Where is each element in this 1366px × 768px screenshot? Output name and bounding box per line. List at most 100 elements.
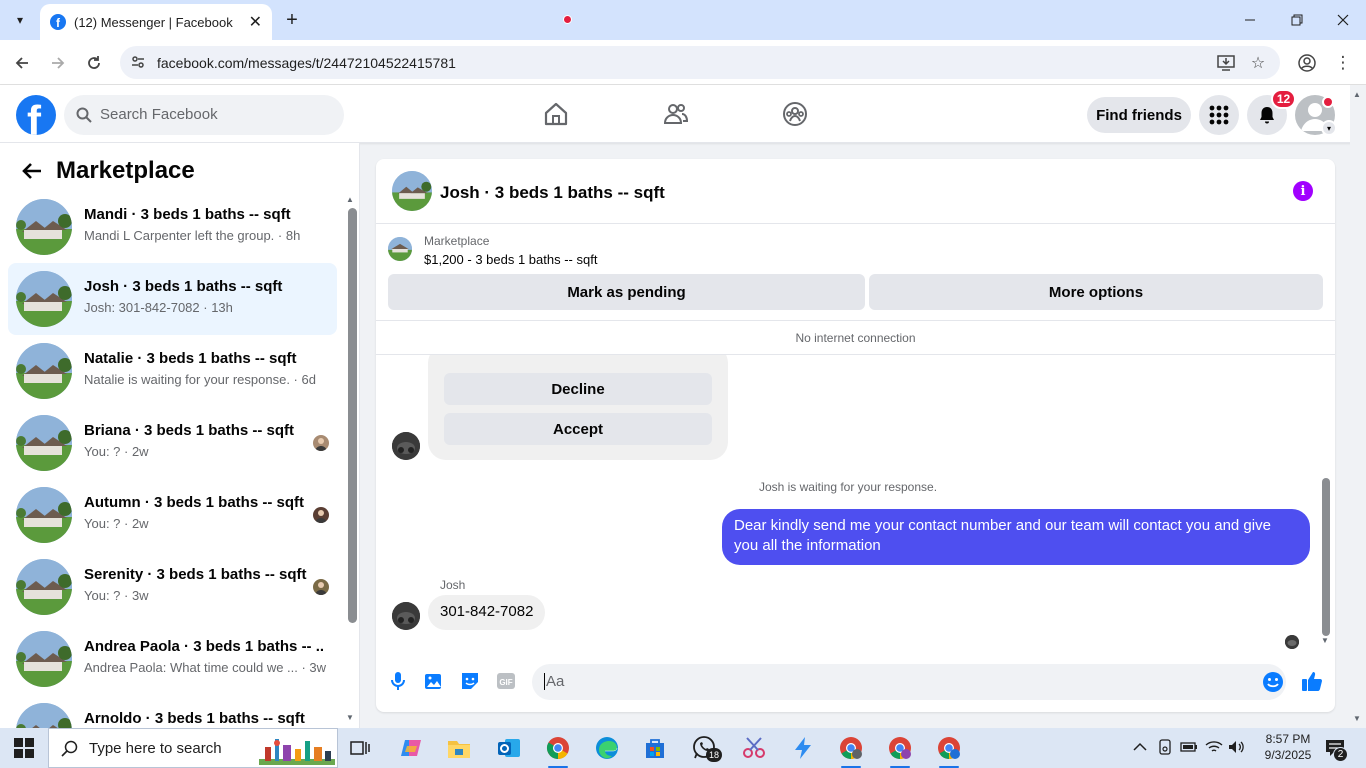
url-text[interactable]: facebook.com/messages/t/2447210452241578… (157, 55, 456, 71)
task-view-icon[interactable] (346, 734, 374, 762)
sender-avatar[interactable] (392, 602, 420, 630)
listing-thumbnail (16, 199, 72, 255)
back-arrow-icon[interactable] (9, 50, 35, 76)
more-options-button[interactable]: More options (869, 274, 1323, 310)
facebook-search-input[interactable]: Search Facebook (64, 95, 344, 135)
bookmark-star-icon[interactable]: ☆ (1248, 53, 1268, 73)
taskbar-search-box[interactable]: Type here to search (48, 728, 338, 768)
chat-scroll-down-icon[interactable]: ▼ (1321, 636, 1329, 645)
scrollbar-thumb[interactable] (348, 208, 357, 623)
search-highlight-skyline-icon (259, 739, 335, 765)
power-automate-icon[interactable] (789, 734, 817, 762)
back-arrow-icon[interactable] (20, 159, 44, 183)
connection-status: No internet connection (376, 321, 1335, 355)
conversation-item[interactable]: Arnoldo · 3 beds 1 baths -- sqft (8, 695, 337, 728)
photo-icon[interactable] (422, 669, 446, 693)
listing-thumbnail[interactable] (392, 171, 432, 211)
conversation-name: Serenity · 3 beds 1 baths -- sqft (84, 566, 307, 583)
conversation-item[interactable]: Briana · 3 beds 1 baths -- sqft You: ? · … (8, 407, 337, 479)
scroll-down-icon[interactable]: ▼ (346, 713, 354, 722)
info-icon[interactable]: i (1293, 181, 1313, 201)
battery-icon[interactable] (1180, 738, 1198, 756)
show-hidden-icons-chevron-up-icon[interactable] (1131, 738, 1149, 756)
conversation-item[interactable]: Autumn · 3 beds 1 baths -- sqft You: ? · … (8, 479, 337, 551)
listing-small-thumbnail[interactable] (388, 237, 412, 261)
reload-icon[interactable] (81, 50, 107, 76)
chat-scrollbar-thumb[interactable] (1322, 478, 1330, 636)
taskbar-clock[interactable]: 8:57 PM 9/3/2025 (1256, 731, 1320, 763)
conversation-name: Autumn · 3 beds 1 baths -- sqft (84, 494, 305, 511)
accept-button[interactable]: Accept (444, 413, 712, 445)
facebook-header: f Search Facebook Find friends (0, 85, 1366, 143)
listing-price[interactable]: $1,200 - 3 beds 1 baths -- sqft (424, 252, 597, 267)
windows-start-icon[interactable] (14, 738, 34, 758)
device-icon[interactable] (1156, 738, 1174, 756)
incoming-message-bubble[interactable]: 301-842-7082 (428, 595, 546, 630)
account-chevron-down-icon[interactable]: ▾ (1321, 120, 1337, 136)
close-window-icon[interactable] (1331, 8, 1355, 32)
home-icon[interactable] (540, 97, 572, 131)
install-app-icon[interactable] (1216, 53, 1236, 73)
conversation-preview: Andrea Paola: What time could we ... · 3… (84, 660, 327, 675)
conversation-item[interactable]: Serenity · 3 beds 1 baths -- sqft You: ? … (8, 551, 337, 623)
chrome-taskbar-icon[interactable] (544, 734, 572, 768)
chrome-profile-icon[interactable] (886, 734, 914, 768)
tab-search-menu-icon[interactable]: ▾ (6, 6, 34, 34)
edge-icon[interactable] (593, 734, 621, 762)
conversation-item[interactable]: Josh · 3 beds 1 baths -- sqft Josh: 301-8… (8, 263, 337, 335)
decline-button[interactable]: Decline (444, 373, 712, 405)
chat-title[interactable]: Josh · 3 beds 1 baths -- sqft (440, 183, 665, 203)
whatsapp-icon[interactable]: 18 (690, 734, 722, 762)
restore-icon[interactable] (1285, 8, 1309, 32)
outlook-icon[interactable] (495, 734, 523, 762)
minimize-icon[interactable] (1238, 8, 1262, 32)
facebook-logo[interactable]: f (16, 95, 56, 135)
page-scrollbar[interactable] (1350, 85, 1366, 728)
profile-icon[interactable] (1294, 50, 1320, 76)
thumbs-up-icon[interactable] (1300, 669, 1324, 693)
find-friends-button[interactable]: Find friends (1087, 97, 1191, 133)
outgoing-message-bubble[interactable]: Dear kindly send me your contact number … (722, 509, 1310, 565)
microphone-icon[interactable] (386, 669, 410, 693)
snipping-tool-icon[interactable] (740, 734, 768, 762)
chrome-profile-icon[interactable] (935, 734, 963, 768)
scroll-up-icon[interactable]: ▲ (346, 195, 354, 204)
mark-as-pending-button[interactable]: Mark as pending (388, 274, 865, 310)
notification-count-badge: 12 (1271, 89, 1296, 109)
chat-header: Josh · 3 beds 1 baths -- sqft i (376, 159, 1335, 224)
search-placeholder: Search Facebook (100, 106, 218, 123)
forward-arrow-icon[interactable] (45, 50, 71, 76)
conversation-preview: You: ? · 2w (84, 444, 149, 459)
volume-icon[interactable] (1228, 738, 1246, 756)
offer-card: Decline Accept (428, 355, 728, 460)
clock-date: 9/3/2025 (1264, 748, 1312, 762)
seen-by-avatar (313, 579, 329, 595)
listing-thumbnail (16, 343, 72, 399)
site-info-icon[interactable] (130, 54, 146, 70)
menu-grid-icon[interactable] (1199, 95, 1239, 135)
new-tab-button[interactable]: + (280, 8, 304, 32)
emoji-icon[interactable] (1262, 671, 1284, 693)
message-input[interactable]: Aa (532, 664, 1286, 700)
page-scroll-up-icon[interactable]: ▲ (1353, 90, 1361, 99)
groups-icon[interactable] (779, 97, 811, 131)
browser-menu-icon[interactable]: ⋮ (1330, 50, 1356, 76)
conversation-preview: Natalie is waiting for your response. · … (84, 372, 316, 387)
conversation-preview: You: ? · 3w (84, 588, 149, 603)
tab-close-icon[interactable]: ✕ (249, 12, 262, 32)
gif-icon[interactable]: GIF (494, 669, 518, 693)
microsoft-store-icon[interactable] (641, 734, 669, 762)
conversation-item[interactable]: Mandi · 3 beds 1 baths -- sqft Mandi L Ca… (8, 191, 337, 263)
conversation-item[interactable]: Andrea Paola · 3 beds 1 baths -- ... Andr… (8, 623, 337, 695)
address-bar[interactable]: facebook.com/messages/t/2447210452241578… (120, 46, 1280, 79)
chrome-profile-icon[interactable] (837, 734, 865, 768)
wifi-icon[interactable] (1205, 738, 1223, 756)
sticker-icon[interactable] (458, 669, 482, 693)
sender-avatar[interactable] (392, 432, 420, 460)
file-explorer-icon[interactable] (445, 734, 473, 762)
copilot-icon[interactable] (397, 734, 425, 762)
page-scroll-down-icon[interactable]: ▼ (1353, 714, 1361, 723)
friends-icon[interactable] (660, 97, 692, 131)
conversation-item[interactable]: Natalie · 3 beds 1 baths -- sqft Natalie … (8, 335, 337, 407)
browser-tab[interactable]: f (12) Messenger | Facebook ✕ (40, 4, 272, 40)
